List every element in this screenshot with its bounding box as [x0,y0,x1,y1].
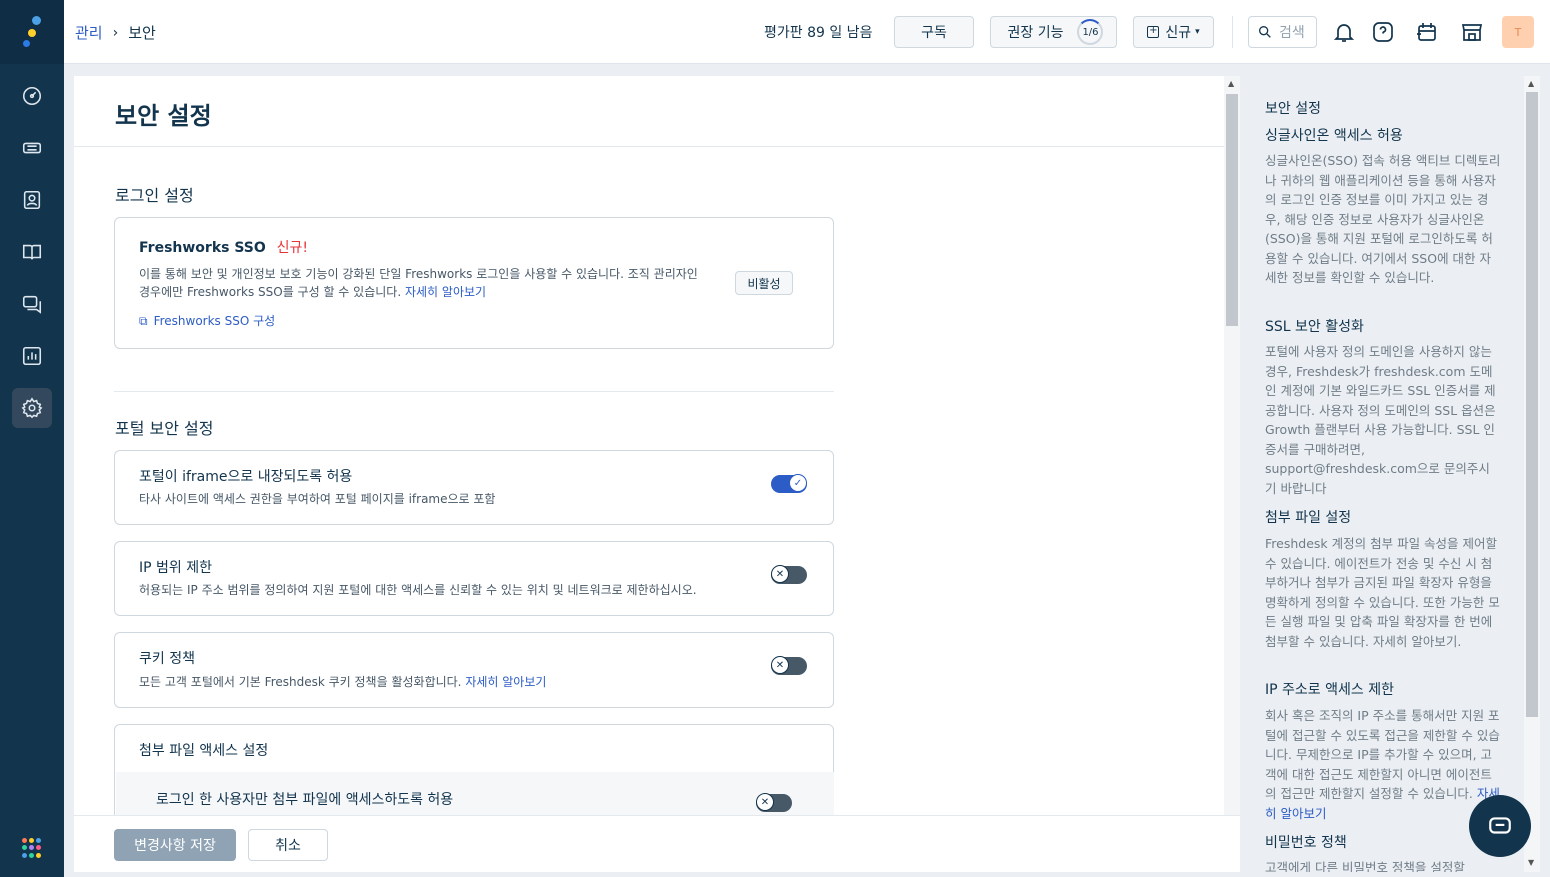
top-bar: 관리 › 보안 평가판 89 일 남음 구독 권장 기능 1/6 + 신규 ▾ … [64,0,1550,64]
recommended-features-button[interactable]: 권장 기능 1/6 [990,16,1117,48]
sidebar-password-heading: 비밀번호 정책 [1265,835,1347,851]
features-progress: 1/6 [1077,19,1104,45]
iframe-embed-card: 포털이 iframe으로 내장되도록 허용 타사 사이트에 액세스 권한을 부여… [114,450,834,525]
sso-description-line2: 경우에만 Freshworks SSO를 구성 할 수 있습니다. [139,285,402,299]
attachment-login-only-toggle[interactable]: ✕ [756,793,792,812]
scroll-up-icon[interactable]: ▲ [1228,79,1234,88]
sidebar-ip-text-body: 회사 혹은 조직의 IP 주소를 통해서만 지원 포털에 접근할 수 있도록 접… [1265,708,1500,801]
breadcrumb-current: 보안 [128,24,156,42]
dashboard-icon[interactable] [12,76,52,116]
recommended-features-label: 권장 기능 [1007,25,1064,41]
sidebar-ssl-heading: SSL 보안 활성화 [1265,319,1364,335]
sso-title-text: Freshworks SSO [139,240,266,256]
freshworks-sso-card: Freshworks SSO 신규! 이를 통해 보안 및 개인정보 보호 기능… [114,217,834,349]
ip-range-description: 허용되는 IP 주소 범위를 정의하여 지원 포털에 대한 액세스를 신뢰할 수… [139,583,697,597]
contacts-icon[interactable] [12,180,52,220]
avatar[interactable]: T [1502,16,1534,48]
sidebar-title: 보안 설정 [1265,101,1321,117]
close-icon: ✕ [771,656,789,674]
main-scrollbar[interactable]: ▲ [1224,76,1240,872]
iframe-description: 타사 사이트에 액세스 권한을 부여하여 포털 페이지를 iframe으로 포함 [139,492,496,506]
search-label: 검색 [1279,25,1305,41]
sso-learn-more-link[interactable]: 자세히 알아보기 [405,285,486,299]
close-icon: ✕ [756,793,774,811]
deactivate-button[interactable]: 비활성 [735,271,793,295]
search-button[interactable]: 검색 [1248,16,1317,48]
security-settings-panel: 보안 설정 로그인 설정 Freshworks SSO 신규! 이를 통해 보안… [74,76,1224,872]
ip-range-title: IP 범위 제한 [139,560,212,576]
login-settings-heading: 로그인 설정 [115,186,194,205]
ip-range-toggle[interactable]: ✕ [771,565,807,584]
chat-widget-button[interactable] [1469,795,1531,857]
sidebar-ip-heading: IP 주소로 액세스 제한 [1265,682,1394,698]
reports-icon[interactable] [12,336,52,376]
new-label: 신규 [1165,25,1192,41]
tickets-icon[interactable] [12,128,52,168]
attachment-login-only-label: 로그인 한 사용자만 첨부 파일에 액세스하도록 허용 [156,792,454,808]
help-icon[interactable] [1369,18,1397,46]
search-icon [1259,25,1271,38]
breadcrumb-separator: › [112,24,119,41]
sidebar-ssl-text: 포털에 사용자 정의 도메인을 사용하지 않는 경우, Freshdesk가 f… [1265,344,1496,496]
breadcrumb-admin-link[interactable]: 관리 [75,22,103,43]
page-title: 보안 설정 [115,102,212,130]
calendar-icon[interactable] [1413,18,1441,46]
footer-actions: 변경사항 저장 취소 [74,815,1240,872]
cookie-policy-card: 쿠키 정책 모든 고객 포털에서 기본 Freshdesk 쿠키 정책을 활성화… [114,632,834,708]
divider [114,391,834,392]
breadcrumb: 관리 › 보안 [75,22,156,43]
cookie-description: 모든 고객 포털에서 기본 Freshdesk 쿠키 정책을 활성화합니다. 자… [139,673,546,691]
sidebar-sso-text: 싱글사인온(SSO) 접속 허용 액티브 디렉토리나 귀하의 웹 애플리케이션 … [1265,153,1501,285]
attachment-access-title: 첨부 파일 액세스 설정 [139,743,269,759]
save-changes-button[interactable]: 변경사항 저장 [114,829,236,861]
trial-days-left: 평가판 89 일 남음 [764,25,873,41]
scrollbar-thumb[interactable] [1526,92,1538,717]
sso-title: Freshworks SSO 신규! [139,237,308,257]
bell-icon[interactable] [1330,18,1358,46]
new-dropdown-button[interactable]: + 신규 ▾ [1133,16,1214,48]
divider [74,146,1224,147]
admin-settings-icon[interactable] [12,388,52,428]
scroll-down-icon[interactable]: ▼ [1528,858,1534,867]
iframe-title: 포털이 iframe으로 내장되도록 허용 [139,469,353,485]
check-icon: ✓ [789,474,807,492]
freshdesk-logo[interactable] [0,0,64,64]
sidebar-sso-heading: 싱글사인온 액세스 허용 [1265,128,1403,144]
scrollbar-thumb[interactable] [1226,94,1238,326]
knowledge-base-icon[interactable] [12,232,52,272]
external-link-icon: ⧉ [139,314,148,328]
left-nav-rail [0,0,64,877]
divider [1232,16,1233,48]
chat-icon [1489,817,1511,834]
chevron-down-icon: ▾ [1195,27,1200,37]
close-icon: ✕ [771,565,789,583]
sidebar-attachment-text: Freshdesk 계정의 첨부 파일 속성을 제어할 수 있습니다. 에이전트… [1265,536,1500,649]
cookie-toggle[interactable]: ✕ [771,656,807,675]
plus-square-icon: + [1147,25,1160,38]
configure-sso-label: Freshworks SSO 구성 [153,314,276,328]
sso-description-line1: 이를 통해 보안 및 개인정보 보호 기능이 강화된 단일 Freshworks… [139,267,698,281]
forums-icon[interactable] [12,284,52,324]
portal-security-heading: 포털 보안 설정 [115,419,214,438]
iframe-toggle[interactable]: ✓ [771,474,807,493]
sidebar-scrollbar[interactable]: ▲ ▼ [1524,76,1540,872]
sso-description: 이를 통해 보안 및 개인정보 보호 기능이 강화된 단일 Freshworks… [139,265,729,301]
cookie-description-text: 모든 고객 포털에서 기본 Freshdesk 쿠키 정책을 활성화합니다. [139,675,462,689]
cancel-button[interactable]: 취소 [248,829,328,861]
sidebar-password-text: 고객에게 다른 비밀번호 정책을 설정할 [1265,860,1465,872]
cookie-learn-more-link[interactable]: 자세히 알아보기 [465,675,546,689]
scroll-up-icon[interactable]: ▲ [1528,79,1534,88]
marketplace-icon[interactable] [1458,18,1486,46]
sidebar-ip-text: 회사 혹은 조직의 IP 주소를 통해서만 지원 포털에 접근할 수 있도록 접… [1265,706,1501,823]
ip-range-card: IP 범위 제한 허용되는 IP 주소 범위를 정의하여 지원 포털에 대한 액… [114,541,834,616]
help-sidebar: 보안 설정 싱글사인온 액세스 허용 싱글사인온(SSO) 접속 허용 액티브 … [1240,76,1524,872]
sidebar-attachment-heading: 첨부 파일 설정 [1265,510,1352,526]
new-badge: 신규! [276,240,309,256]
app-switcher-icon[interactable] [22,838,42,858]
configure-sso-link[interactable]: ⧉ Freshworks SSO 구성 [139,312,275,330]
subscribe-button[interactable]: 구독 [894,16,974,48]
cookie-title: 쿠키 정책 [139,651,195,667]
